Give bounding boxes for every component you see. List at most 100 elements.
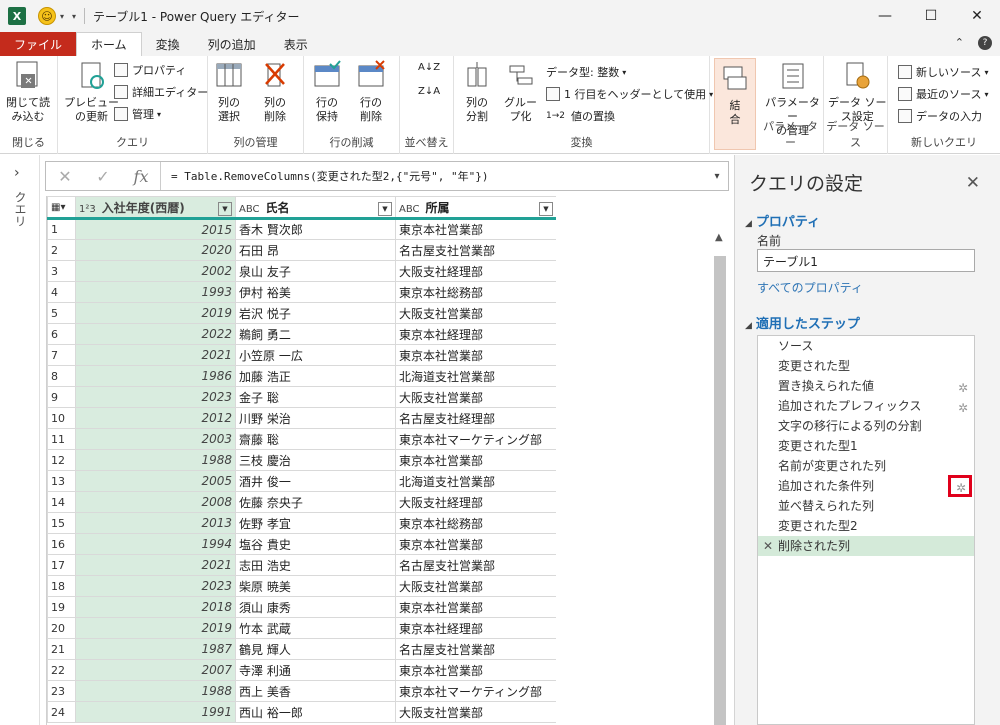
replace-values-button[interactable]: 1→2 値の置換 xyxy=(546,108,615,124)
close-pane-icon[interactable]: ✕ xyxy=(966,173,980,193)
tab-add-column[interactable]: 列の追加 xyxy=(194,32,270,56)
formula-input[interactable]: = Table.RemoveColumns(変更された型2,{"元号", "年"… xyxy=(161,168,706,184)
cell-name[interactable]: 齋藤 聡 xyxy=(235,428,396,450)
close-and-load-button[interactable]: 閉じて読 み込む xyxy=(6,60,50,124)
cell-name[interactable]: 三枝 慶治 xyxy=(235,449,396,471)
split-column-button[interactable]: 列の 分割 xyxy=(462,60,492,124)
cell-department[interactable]: 東京本社経理部 xyxy=(395,323,556,345)
cell-year[interactable]: 2021 xyxy=(75,344,236,366)
ribbon-collapse-icon[interactable]: ⌃ xyxy=(955,36,964,50)
cell-department[interactable]: 名古屋支社営業部 xyxy=(395,554,556,576)
cell-department[interactable]: 東京本社マーケティング部 xyxy=(395,680,556,702)
column-type-icon[interactable]: ABC xyxy=(239,204,260,215)
cell-name[interactable]: 金子 聡 xyxy=(235,386,396,408)
cell-name[interactable]: 西山 裕一郎 xyxy=(235,701,396,723)
tab-transform[interactable]: 変換 xyxy=(142,32,194,56)
confirm-formula-icon[interactable]: ✓ xyxy=(84,167,122,186)
cell-department[interactable]: 北海道支社営業部 xyxy=(395,365,556,387)
cell-year[interactable]: 1991 xyxy=(75,701,236,723)
choose-columns-button[interactable]: 列の 選択 xyxy=(214,60,244,124)
applied-step[interactable]: 変更された型2 xyxy=(758,516,974,536)
cell-department[interactable]: 東京本社営業部 xyxy=(395,449,556,471)
cell-name[interactable]: 志田 浩史 xyxy=(235,554,396,576)
cell-department[interactable]: 東京本社経理部 xyxy=(395,617,556,639)
collapse-triangle-icon[interactable]: ◢ xyxy=(745,219,752,229)
cell-year[interactable]: 2018 xyxy=(75,596,236,618)
applied-step[interactable]: 置き換えられた値 ✲ xyxy=(758,376,974,396)
cell-year[interactable]: 1988 xyxy=(75,680,236,702)
cell-name[interactable]: 塩谷 貴史 xyxy=(235,533,396,555)
step-settings-gear-icon[interactable]: ✲ xyxy=(956,478,966,498)
cell-name[interactable]: 小笠原 一広 xyxy=(235,344,396,366)
cell-year[interactable]: 2023 xyxy=(75,575,236,597)
cell-year[interactable]: 2003 xyxy=(75,428,236,450)
cell-name[interactable]: 佐野 孝宜 xyxy=(235,512,396,534)
cell-department[interactable]: 大阪支社営業部 xyxy=(395,386,556,408)
column-filter-icon[interactable]: ▼ xyxy=(218,201,232,216)
formula-expand-chevron-icon[interactable]: ▾ xyxy=(706,171,728,182)
close-window-button[interactable]: ✕ xyxy=(954,0,1000,32)
recent-sources-button[interactable]: 最近のソース ▾ xyxy=(898,86,988,102)
group-by-button[interactable]: グルー プ化 xyxy=(504,60,537,124)
tab-view[interactable]: 表示 xyxy=(270,32,322,56)
cell-year[interactable]: 2008 xyxy=(75,491,236,513)
cell-department[interactable]: 東京本社営業部 xyxy=(395,659,556,681)
collapse-triangle-icon[interactable]: ◢ xyxy=(745,321,752,331)
expand-queries-chevron-icon[interactable]: › xyxy=(14,165,20,181)
cell-department[interactable]: 大阪支社経理部 xyxy=(395,260,556,282)
cell-department[interactable]: 名古屋支社経理部 xyxy=(395,407,556,429)
cell-year[interactable]: 2012 xyxy=(75,407,236,429)
cell-year[interactable]: 2002 xyxy=(75,260,236,282)
customize-toolbar-icon[interactable]: ▾ xyxy=(72,12,76,21)
column-header-year[interactable]: 1²3 入社年度(西暦) ▼ xyxy=(75,196,236,220)
cell-name[interactable]: 鵜飼 勇二 xyxy=(235,323,396,345)
applied-step[interactable]: ✕ 削除された列 xyxy=(758,536,974,556)
cell-year[interactable]: 2005 xyxy=(75,470,236,492)
queries-label[interactable]: クエリ xyxy=(12,191,29,227)
cell-name[interactable]: 酒井 俊一 xyxy=(235,470,396,492)
excel-app-icon[interactable]: X xyxy=(8,7,26,25)
column-type-icon[interactable]: ABC xyxy=(399,204,420,215)
minimize-button[interactable]: — xyxy=(862,0,908,32)
use-first-row-button[interactable]: 1 行目をヘッダーとして使用 ▾ xyxy=(546,86,713,102)
cell-name[interactable]: 西上 美香 xyxy=(235,680,396,702)
column-header-department[interactable]: ABC 所属 ▼ xyxy=(395,196,556,220)
table-menu-icon[interactable]: ▦▾ xyxy=(47,196,76,220)
all-properties-link[interactable]: すべてのプロパティ xyxy=(757,279,863,296)
cell-name[interactable]: 伊村 裕美 xyxy=(235,281,396,303)
cell-department[interactable]: 大阪支社営業部 xyxy=(395,575,556,597)
cell-name[interactable]: 石田 昂 xyxy=(235,239,396,261)
help-icon[interactable]: ? xyxy=(978,36,992,50)
cell-department[interactable]: 大阪支社営業部 xyxy=(395,302,556,324)
properties-section-header[interactable]: ◢ プロパティ xyxy=(745,211,820,230)
advanced-editor-button[interactable]: 詳細エディター xyxy=(114,84,208,100)
cell-department[interactable]: 東京本社総務部 xyxy=(395,512,556,534)
column-header-name[interactable]: ABC 氏名 ▼ xyxy=(235,196,396,220)
cell-year[interactable]: 1993 xyxy=(75,281,236,303)
column-type-icon[interactable]: 1²3 xyxy=(79,204,96,215)
column-filter-icon[interactable]: ▼ xyxy=(378,201,392,216)
quick-access-chevron-icon[interactable]: ▾ xyxy=(60,12,64,21)
cell-year[interactable]: 2023 xyxy=(75,386,236,408)
remove-rows-button[interactable]: 行の 削除 xyxy=(356,60,386,124)
cell-name[interactable]: 須山 康秀 xyxy=(235,596,396,618)
applied-step[interactable]: 追加されたプレフィックス ✲ xyxy=(758,396,974,416)
step-settings-gear-icon[interactable]: ✲ xyxy=(958,378,968,398)
cell-year[interactable]: 2013 xyxy=(75,512,236,534)
cancel-formula-icon[interactable]: ✕ xyxy=(46,167,84,186)
cell-department[interactable]: 東京本社総務部 xyxy=(395,281,556,303)
cell-year[interactable]: 1988 xyxy=(75,449,236,471)
query-name-input[interactable]: テーブル1 xyxy=(757,249,975,272)
applied-step[interactable]: ソース xyxy=(758,336,974,356)
refresh-preview-button[interactable]: プレビュー の更新 xyxy=(64,60,119,124)
enter-data-button[interactable]: データの入力 xyxy=(898,108,982,124)
applied-step[interactable]: 文字の移行による列の分割 xyxy=(758,416,974,436)
cell-year[interactable]: 2019 xyxy=(75,302,236,324)
applied-step[interactable]: 並べ替えられた列 xyxy=(758,496,974,516)
cell-name[interactable]: 寺澤 利通 xyxy=(235,659,396,681)
cell-year[interactable]: 1994 xyxy=(75,533,236,555)
combine-button[interactable]: 結 合 xyxy=(714,58,756,150)
cell-department[interactable]: 東京本社営業部 xyxy=(395,596,556,618)
applied-step[interactable]: 変更された型 xyxy=(758,356,974,376)
fx-icon[interactable]: fx xyxy=(122,167,160,186)
